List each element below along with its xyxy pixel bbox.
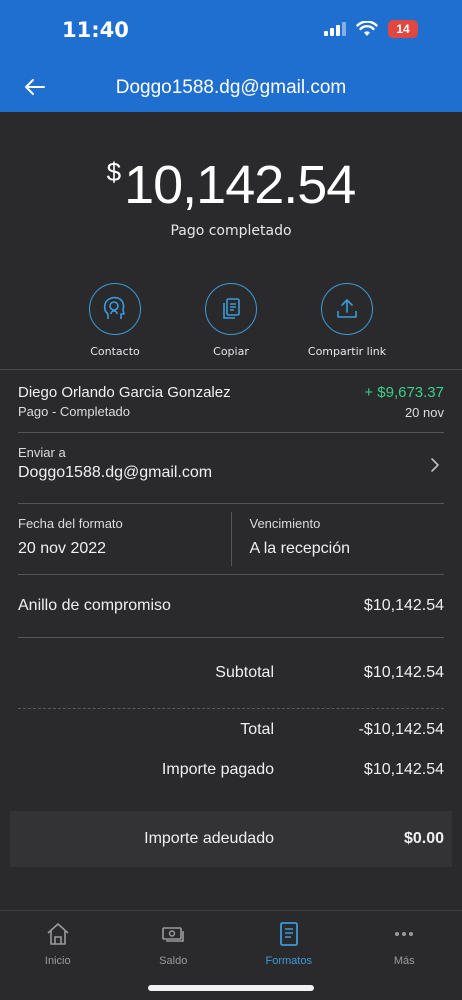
contact-button[interactable]: Contacto xyxy=(72,283,158,358)
amount-owed-value: $0.00 xyxy=(403,830,444,847)
send-to-label: Enviar a xyxy=(18,445,66,460)
paid-row: Importe pagado $10,142.54 xyxy=(0,751,462,789)
cellular-signal-icon xyxy=(324,22,346,36)
amount-owed-row: Importe adeudado $0.00 xyxy=(10,811,452,867)
send-to-email: Doggo1588.dg@gmail.com xyxy=(18,464,213,481)
paid-value: $10,142.54 xyxy=(363,761,444,778)
wallet-icon xyxy=(162,927,185,942)
copy-button[interactable]: Copiar xyxy=(188,283,274,358)
subtotal-value: $10,142.54 xyxy=(363,664,444,681)
invoice-date-value: 20 nov 2022 xyxy=(18,540,107,557)
status-time: 11:40 xyxy=(62,18,129,42)
nav-balance-label: Saldo xyxy=(159,955,188,967)
transaction-status: Pago - Completado xyxy=(18,404,131,419)
due-date: Vencimiento A la recepción xyxy=(230,512,462,566)
battery-indicator: 14 xyxy=(388,20,418,38)
share-link-button[interactable]: Compartir link xyxy=(304,283,390,358)
document-icon xyxy=(279,922,298,946)
status-icons: 14 xyxy=(324,20,418,38)
back-arrow-icon[interactable] xyxy=(22,74,48,100)
line-item: Anillo de compromiso $10,142.54 xyxy=(0,575,462,637)
nav-home-label: Inicio xyxy=(44,955,71,967)
action-buttons: Contacto Copiar Compartir link xyxy=(0,283,462,358)
page-title: Doggo1588.dg@gmail.com xyxy=(115,77,347,98)
transaction-date: 20 nov xyxy=(404,405,444,420)
copy-label: Copiar xyxy=(213,345,249,358)
chevron-right-icon xyxy=(431,458,439,472)
contact-label: Contacto xyxy=(90,345,140,358)
nav-invoices-label: Formatos xyxy=(265,955,312,967)
nav-more[interactable]: Más xyxy=(347,911,462,1000)
amount-owed-label: Importe adeudado xyxy=(144,830,274,847)
payment-status: Pago completado xyxy=(170,223,292,239)
amount-value: 10,142.54 xyxy=(124,155,356,215)
invoice-dates: Fecha del formato 20 nov 2022 Vencimient… xyxy=(0,504,462,574)
currency-symbol: $ xyxy=(106,157,122,187)
home-indicator xyxy=(148,985,314,991)
total-label: Total xyxy=(240,721,274,738)
contact-icon xyxy=(89,283,141,335)
nav-more-label: Más xyxy=(393,955,415,967)
copy-icon xyxy=(205,283,257,335)
share-icon xyxy=(321,283,373,335)
transaction-row[interactable]: Diego Orlando Garcia Gonzalez Pago - Com… xyxy=(0,370,462,432)
top-bar: 11:40 14 Doggo1588.dg@gmail.com xyxy=(0,0,462,112)
transaction-amount: + $9,673.37 xyxy=(364,384,444,401)
nav-home[interactable]: Inicio xyxy=(0,911,116,1000)
total-value: -$10,142.54 xyxy=(358,721,444,738)
line-item-amount: $10,142.54 xyxy=(363,597,444,614)
subtotal-row: Subtotal $10,142.54 xyxy=(0,638,462,708)
paid-label: Importe pagado xyxy=(161,761,274,778)
total-row: Total -$10,142.54 xyxy=(0,709,462,751)
payment-amount: $10,142.54 xyxy=(0,142,462,215)
more-icon xyxy=(395,932,414,936)
due-date-label: Vencimiento xyxy=(249,516,321,531)
share-link-label: Compartir link xyxy=(307,345,387,358)
home-icon xyxy=(47,923,69,945)
due-date-value: A la recepción xyxy=(249,540,351,557)
payment-summary: $10,142.54 Pago completado Contacto Copi… xyxy=(0,112,462,369)
line-item-name: Anillo de compromiso xyxy=(18,597,171,614)
send-to-row[interactable]: Enviar a Doggo1588.dg@gmail.com xyxy=(0,433,462,503)
invoice-date: Fecha del formato 20 nov 2022 xyxy=(0,504,231,574)
totals: Subtotal $10,142.54 Total -$10,142.54 Im… xyxy=(0,638,462,789)
subtotal-label: Subtotal xyxy=(215,664,274,681)
header: Doggo1588.dg@gmail.com xyxy=(0,70,462,106)
wifi-icon xyxy=(356,21,378,36)
invoice-date-label: Fecha del formato xyxy=(18,516,123,531)
